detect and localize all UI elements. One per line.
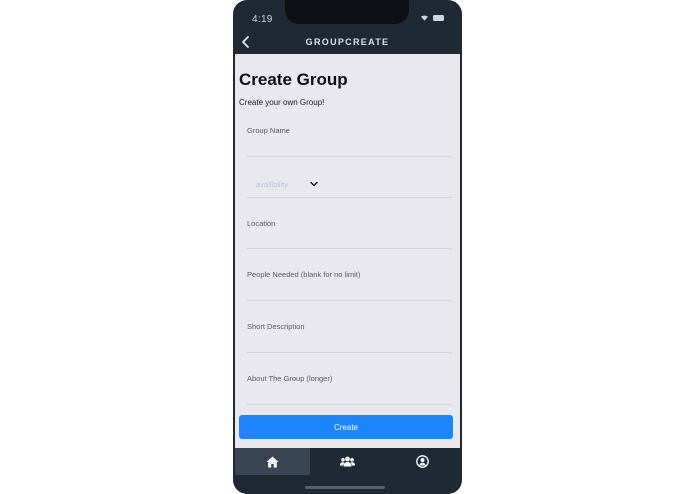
create-group-form: Create Group Create your own Group! Grou… — [235, 54, 460, 448]
battery-icon — [433, 14, 444, 21]
availability-underline — [247, 197, 452, 198]
tab-bar — [235, 448, 460, 475]
location-label: Location — [247, 219, 276, 228]
navigation-bar: GROUPCREATE — [233, 30, 462, 54]
about-group-label: About The Group (longer) — [247, 374, 333, 383]
page-subtitle: Create your own Group! — [239, 98, 325, 107]
short-description-underline — [247, 352, 452, 353]
tab-profile[interactable] — [385, 448, 460, 475]
notch — [285, 0, 409, 24]
availability-select[interactable]: availibility — [247, 180, 452, 200]
location-field[interactable]: Location — [247, 219, 452, 251]
phone-frame: 4:19 GROUPCREATE Create Group Create you… — [233, 0, 462, 494]
short-description-field[interactable]: Short Description — [247, 322, 452, 354]
about-group-underline — [247, 404, 452, 405]
location-underline — [247, 248, 452, 249]
people-needed-label: People Needed (blank for no limit) — [247, 270, 361, 279]
status-icons — [420, 14, 444, 21]
tab-home[interactable] — [235, 448, 310, 475]
group-name-field[interactable]: Group Name — [247, 126, 452, 158]
people-needed-underline — [247, 300, 452, 301]
page-title: Create Group — [239, 70, 348, 89]
chevron-down-icon — [310, 181, 318, 187]
wifi-icon — [421, 15, 428, 21]
group-name-underline — [247, 156, 452, 157]
status-time: 4:19 — [252, 14, 273, 25]
group-icon — [340, 456, 355, 467]
nav-title: GROUPCREATE — [305, 37, 390, 47]
availability-value: availibility — [256, 180, 289, 189]
home-icon — [266, 456, 279, 467]
create-button[interactable]: Create — [239, 415, 453, 439]
tab-groups[interactable] — [310, 448, 385, 475]
people-needed-field[interactable]: People Needed (blank for no limit) — [247, 270, 452, 302]
short-description-label: Short Description — [247, 322, 305, 331]
group-name-label: Group Name — [247, 126, 290, 135]
profile-icon — [416, 455, 429, 468]
about-group-field[interactable]: About The Group (longer) — [247, 374, 452, 406]
home-indicator — [305, 486, 385, 489]
